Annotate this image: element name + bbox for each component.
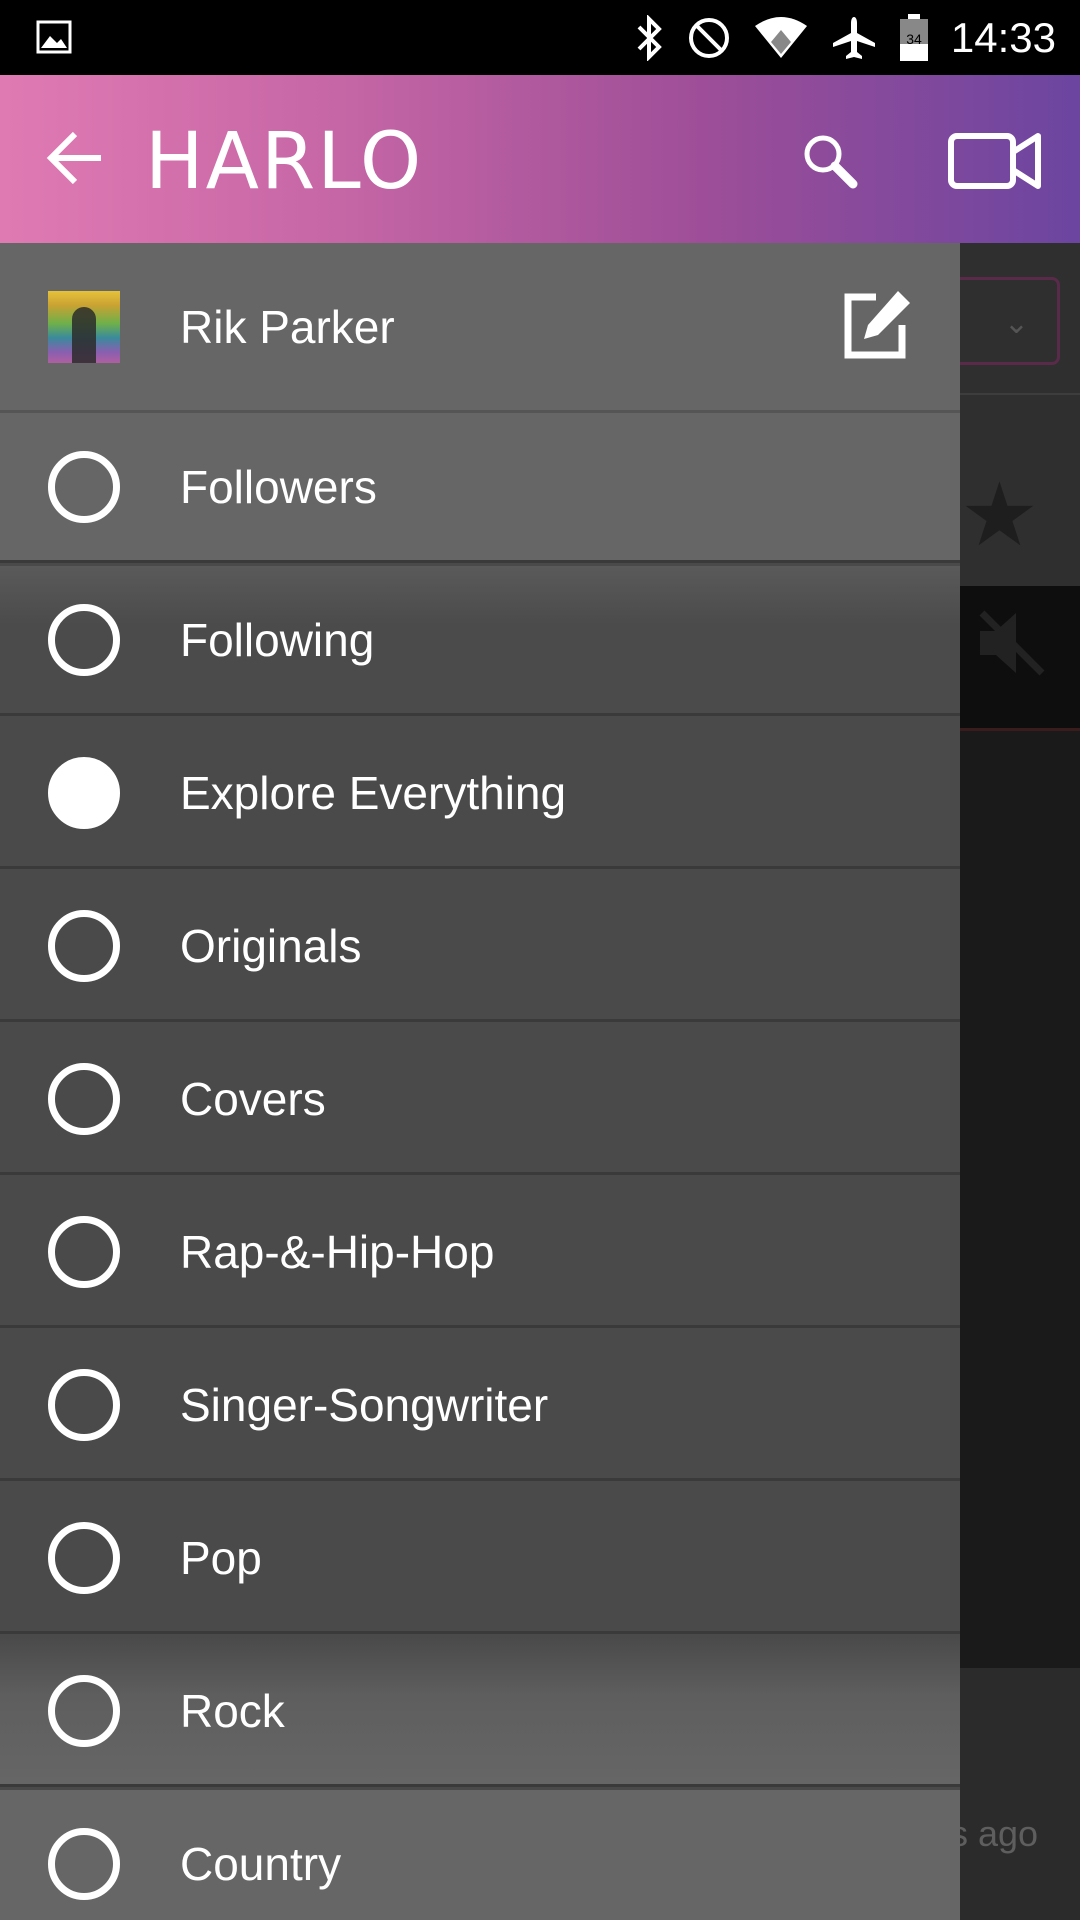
drawer-item-label: Singer-Songwriter (180, 1378, 549, 1431)
chevron-down-icon: ⌄ (1003, 307, 1029, 340)
radio-unselected-icon (48, 1521, 120, 1594)
search-icon (801, 132, 859, 195)
mute-icon (972, 603, 1052, 702)
avatar (48, 291, 120, 363)
edit-icon (840, 289, 912, 366)
drawer-item-label: Following (180, 613, 375, 666)
drawer-item-label: Country (180, 1837, 342, 1890)
drawer-item-explore-everything[interactable]: Explore Everything (0, 719, 960, 869)
drawer-item-rap-hip-hop[interactable]: Rap-&-Hip-Hop (0, 1178, 960, 1328)
divider (960, 393, 1080, 395)
drawer-item-following[interactable]: Following (0, 566, 960, 716)
wifi-icon (753, 16, 809, 60)
edit-profile-button[interactable] (840, 289, 912, 366)
drawer-item-label: Rap-&-Hip-Hop (180, 1225, 495, 1278)
status-bar: 34 14:33 (0, 0, 1080, 75)
do-not-disturb-icon (687, 16, 731, 60)
drawer-item-country[interactable]: Country (0, 1790, 960, 1920)
drawer-item-label: Pop (180, 1531, 262, 1584)
drawer-item-label: Rock (180, 1684, 285, 1737)
drawer-item-pop[interactable]: Pop (0, 1484, 960, 1634)
radio-unselected-icon (48, 1674, 120, 1747)
video-camera-button[interactable] (945, 123, 1045, 203)
video-camera-icon (948, 130, 1042, 197)
app-bar: HARLO (0, 75, 1080, 243)
app-logo: HARLO (145, 117, 424, 207)
clock-time: 14:33 (950, 13, 1056, 61)
drawer-item-followers[interactable]: Followers (0, 413, 960, 563)
status-icons: 34 14:33 (635, 0, 1080, 75)
radio-unselected-icon (48, 1062, 120, 1135)
radio-unselected-icon (48, 1215, 120, 1288)
radio-unselected-icon (48, 450, 120, 523)
background-post-footer (960, 1668, 1080, 1920)
radio-unselected-icon (48, 909, 120, 982)
search-button[interactable] (790, 123, 870, 203)
radio-selected-icon (48, 756, 120, 829)
star-icon: ★ (960, 465, 1039, 564)
drawer-item-label: Explore Everything (180, 766, 567, 819)
back-arrow-icon (45, 130, 105, 191)
drawer-item-originals[interactable]: Originals (0, 872, 960, 1022)
drawer-item-label: Followers (180, 460, 377, 513)
navigation-drawer: Rik Parker Followers Following Explore E… (0, 243, 960, 1920)
svg-text:34: 34 (906, 31, 922, 47)
drawer-item-label: Covers (180, 1072, 326, 1125)
radio-unselected-icon (48, 1368, 120, 1441)
battery-icon: 34 (899, 13, 929, 62)
airplane-icon (831, 15, 877, 61)
post-timestamp: s ago (950, 1813, 1039, 1854)
gallery-icon (36, 20, 72, 59)
drawer-profile-row[interactable]: Rik Parker (0, 243, 960, 413)
background-video (960, 728, 1080, 1668)
bluetooth-icon (635, 14, 665, 61)
drawer-item-rock[interactable]: Rock (0, 1637, 960, 1787)
back-button[interactable] (40, 125, 110, 195)
drawer-item-singer-songwriter[interactable]: Singer-Songwriter (0, 1331, 960, 1481)
radio-unselected-icon (48, 1827, 120, 1900)
radio-unselected-icon (48, 603, 120, 676)
drawer-item-label: Originals (180, 919, 362, 972)
profile-name: Rik Parker (180, 300, 395, 353)
drawer-item-covers[interactable]: Covers (0, 1025, 960, 1175)
